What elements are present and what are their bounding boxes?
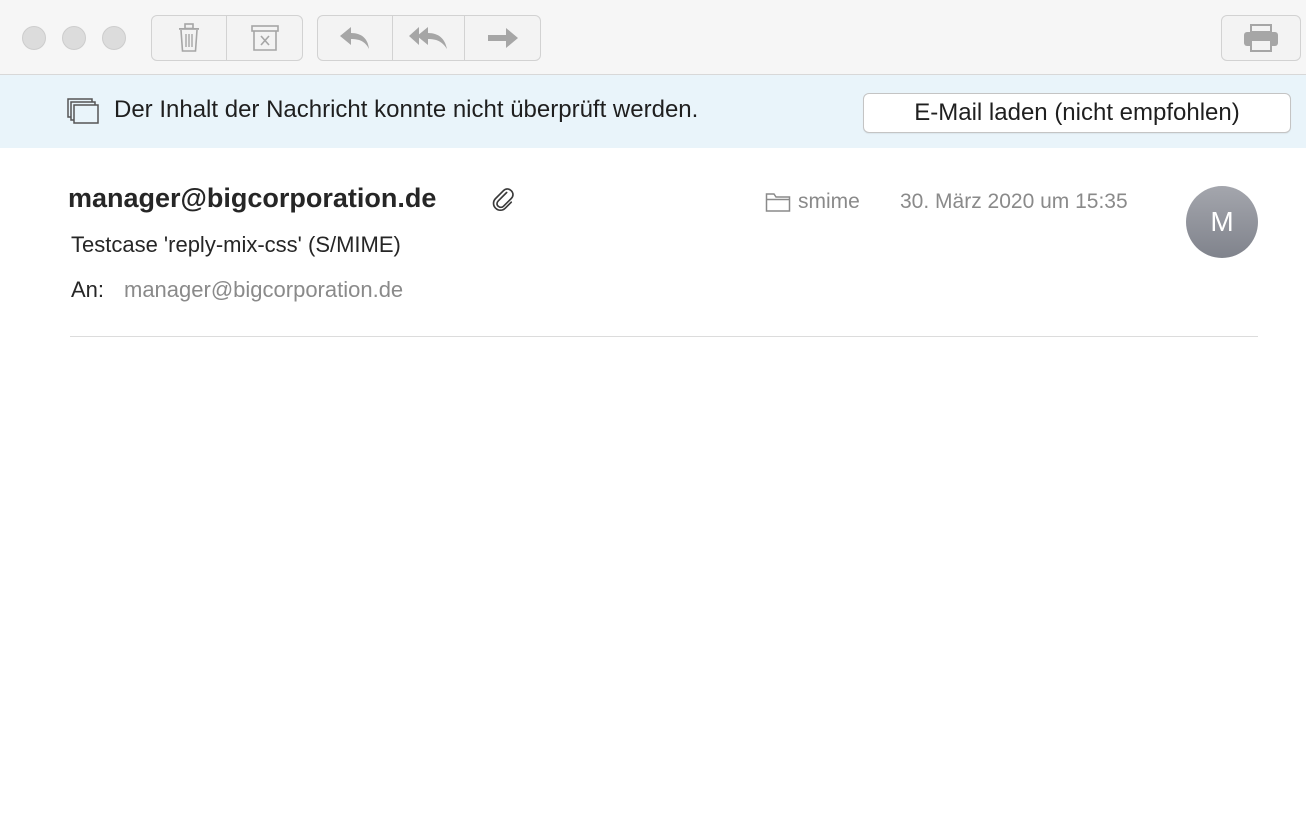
to-label: An:	[71, 277, 105, 302]
reply-all-button[interactable]	[393, 16, 465, 60]
message-stack-icon	[67, 98, 99, 129]
trash-icon	[176, 23, 202, 53]
junk-button[interactable]	[227, 16, 302, 60]
minimize-window-button[interactable]	[62, 26, 86, 50]
folder-icon	[765, 191, 791, 218]
close-window-button[interactable]	[22, 26, 46, 50]
delete-button-group	[151, 15, 303, 61]
junk-icon	[250, 24, 280, 52]
attachment-icon[interactable]	[491, 187, 515, 218]
message-date: 30. März 2020 um 15:35	[900, 190, 1128, 213]
load-email-button[interactable]: E-Mail laden (nicht empfohlen)	[863, 93, 1291, 133]
reply-button[interactable]	[318, 16, 393, 60]
zoom-window-button[interactable]	[102, 26, 126, 50]
print-button-group	[1221, 15, 1301, 61]
recipient-address[interactable]: manager@bigcorporation.de	[124, 277, 403, 303]
toolbar	[0, 0, 1306, 75]
sender-avatar: M	[1186, 186, 1258, 258]
forward-icon	[486, 26, 520, 50]
security-warning-text: Der Inhalt der Nachricht konnte nicht üb…	[114, 96, 699, 123]
reply-icon	[338, 25, 372, 51]
delete-button[interactable]	[152, 16, 227, 60]
mail-window: Der Inhalt der Nachricht konnte nicht üb…	[0, 0, 1306, 828]
message-subject: Testcase 'reply-mix-css' (S/MIME)	[71, 232, 401, 257]
reply-button-group	[317, 15, 541, 61]
security-banner: Der Inhalt der Nachricht konnte nicht üb…	[0, 75, 1306, 148]
print-icon	[1242, 23, 1280, 53]
header-divider	[70, 336, 1258, 337]
sender-address[interactable]: manager@bigcorporation.de	[68, 183, 436, 214]
forward-button[interactable]	[465, 16, 540, 60]
avatar-initial: M	[1210, 206, 1234, 237]
mailbox-name[interactable]: smime	[798, 190, 860, 214]
print-button[interactable]	[1222, 16, 1300, 60]
reply-all-icon	[408, 25, 450, 51]
